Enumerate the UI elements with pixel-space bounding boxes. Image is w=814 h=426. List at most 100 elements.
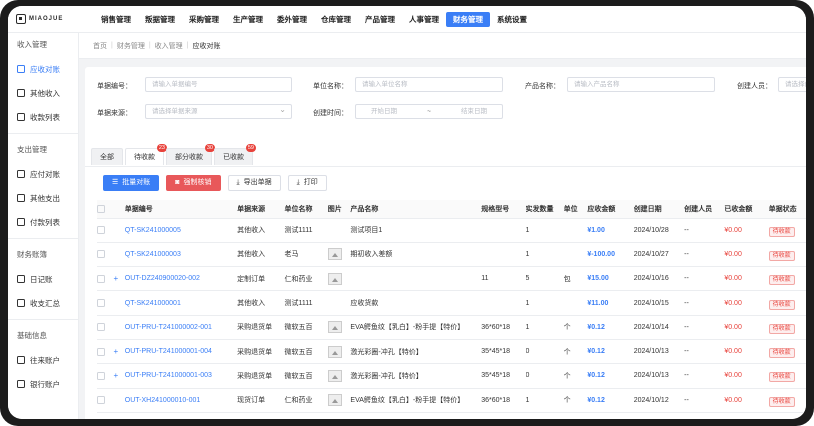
doc-no-link[interactable]: OUT-XH241000010-001: [125, 397, 201, 404]
table-row[interactable]: OUT-PRU-T241000002-001 采购退货单 微软五百 EVA鳄鱼纹【乳白…: [97, 315, 806, 340]
doc-no-link[interactable]: OUT-DZ240900020-002: [125, 275, 200, 282]
table-row[interactable]: + OUT-PRU-T241000001-004 采购退货单 微软五百 激光彩圈-冲孔【…: [97, 339, 806, 365]
product-cell: 测试项目1: [350, 218, 482, 243]
source-select[interactable]: 请选择单据来源: [145, 103, 292, 119]
doc-no-link[interactable]: QT-SK241000001: [125, 300, 181, 307]
breadcrumb-item[interactable]: 财务管理: [117, 41, 145, 51]
source-cell: 其他收入: [237, 218, 285, 243]
nav-item[interactable]: 财务管理: [446, 11, 490, 27]
qty-cell: 0: [525, 339, 564, 365]
status-tab[interactable]: 待收款 23: [125, 144, 167, 165]
expand-cell[interactable]: +: [113, 266, 125, 292]
nav-item[interactable]: 销售管理: [94, 12, 138, 27]
doc-no-cell[interactable]: OUT-DZ240900020-002: [124, 266, 238, 292]
header-select-all[interactable]: [97, 200, 114, 219]
checkbox[interactable]: [97, 299, 105, 308]
sidebar-item[interactable]: 其他支出: [8, 186, 78, 210]
checkbox[interactable]: [97, 347, 105, 356]
doc-no-cell[interactable]: QT-SK241000001: [124, 290, 238, 316]
receivable-table: 单据编号 单据来源 单位名称 图片 产品名称 规格型号 实发数量 单位 应收金额 创建日期 创建人员…: [97, 200, 806, 413]
expand-icon[interactable]: +: [113, 347, 118, 356]
doc-no-link[interactable]: QT-SK241000003: [125, 251, 181, 258]
product-cell: 激光彩圈-冲孔【特价】: [350, 363, 482, 389]
unit-input[interactable]: 请输入单位名称: [355, 77, 503, 92]
checkbox[interactable]: [97, 323, 105, 332]
sidebar-item[interactable]: 日记账: [8, 267, 78, 291]
table-row[interactable]: + OUT-DZ240900020-002 定制订单 仁和药业 11 5 包 ¥15.00 20…: [97, 266, 806, 292]
expand-cell[interactable]: +: [113, 363, 125, 389]
row-select-cell[interactable]: [97, 388, 114, 413]
row-select-cell[interactable]: [97, 363, 114, 389]
source-cell: 采购退货单: [237, 363, 285, 389]
print-button[interactable]: ⤓ 打印: [287, 175, 327, 191]
row-select-cell[interactable]: [97, 242, 114, 268]
column-header: 单据来源: [237, 200, 285, 219]
breadcrumb-item[interactable]: 首页: [93, 41, 107, 51]
creator-select[interactable]: 请选择创建: [778, 77, 806, 92]
nav-item[interactable]: 采购管理: [182, 12, 226, 27]
doc-no-link[interactable]: OUT-PRU-T241000001-003: [125, 372, 212, 379]
checkbox[interactable]: [97, 226, 105, 235]
export-button[interactable]: ⤓ 导出单据: [227, 175, 281, 191]
doc-no-cell[interactable]: OUT-PRU-T241000002-001: [124, 315, 238, 340]
sidebar-item[interactable]: 应收对账: [8, 57, 78, 81]
batch-reconcile-button[interactable]: ☰ 批量对账: [103, 175, 160, 191]
doc-no-cell[interactable]: OUT-PRU-T241000001-003: [124, 363, 238, 389]
row-select-cell[interactable]: [97, 290, 114, 316]
nav-item[interactable]: 委外管理: [270, 12, 314, 27]
expand-icon[interactable]: +: [113, 274, 118, 283]
nav-item[interactable]: 仓库管理: [314, 12, 358, 27]
breadcrumb-item[interactable]: 收入管理: [155, 41, 183, 51]
checkbox[interactable]: [97, 396, 105, 405]
status-tab[interactable]: 全部: [91, 148, 123, 165]
table-row[interactable]: QT-SK241000001 其他收入 测试1111 应收货款 1 ¥11.00 2024/…: [97, 290, 806, 316]
table-row[interactable]: QT-SK241000003 其他收入 老马 期初收入差额 1 ¥-100.00 2024/…: [97, 242, 806, 268]
doc-no-input[interactable]: 请输入单据编号: [145, 77, 292, 92]
amount-cell: ¥11.00: [587, 290, 634, 316]
sidebar-item[interactable]: 收支汇总: [8, 291, 78, 315]
expand-cell[interactable]: +: [113, 339, 125, 365]
checkbox[interactable]: [97, 274, 105, 283]
sidebar-item[interactable]: 其他收入: [8, 81, 78, 105]
nav-item[interactable]: 叛据管理: [138, 12, 182, 27]
product-input[interactable]: 请输入产品名称: [567, 77, 715, 92]
sidebar-item[interactable]: 收款列表: [8, 105, 78, 129]
sidebar-item[interactable]: 付款列表: [8, 210, 78, 234]
doc-no-cell[interactable]: QT-SK241000003: [124, 242, 238, 268]
row-select-cell[interactable]: [97, 339, 114, 365]
nav-item[interactable]: 系统设置: [490, 12, 534, 27]
expand-icon[interactable]: +: [113, 371, 118, 380]
sidebar-item[interactable]: 应付对账: [8, 162, 78, 186]
menu-item-icon: [17, 89, 25, 97]
force-writeoff-button[interactable]: ◙ 强制核销: [166, 175, 221, 191]
doc-no-cell[interactable]: QT-SK241000005: [124, 218, 238, 243]
checkbox[interactable]: [97, 204, 105, 213]
app-logo[interactable]: MIAOJUE: [8, 14, 80, 24]
row-select-cell[interactable]: [97, 266, 114, 292]
doc-no-link[interactable]: OUT-PRU-T241000001-004: [125, 348, 212, 355]
doc-no-cell[interactable]: OUT-XH241000010-001: [124, 388, 238, 413]
checkbox[interactable]: [97, 250, 105, 259]
checkbox[interactable]: [97, 371, 105, 380]
sidebar-item[interactable]: 银行账户: [8, 372, 78, 396]
row-select-cell[interactable]: [97, 218, 114, 243]
status-tab[interactable]: 已收款 59: [214, 144, 256, 165]
doc-no-link[interactable]: QT-SK241000005: [125, 227, 181, 234]
row-select-cell[interactable]: [97, 315, 114, 340]
table-row[interactable]: + OUT-PRU-T241000001-003 采购退货单 微软五百 激光彩圈-冲孔【…: [97, 363, 806, 389]
doc-no-link[interactable]: OUT-PRU-T241000002-001: [125, 324, 212, 331]
checklist-icon: ☰: [112, 179, 119, 186]
sidebar-item[interactable]: 往来账户: [8, 348, 78, 372]
nav-item[interactable]: 人事管理: [402, 12, 446, 27]
image-icon: [327, 321, 342, 334]
date-range-picker[interactable]: 开始日期 ~ 结束日期: [355, 104, 503, 119]
status-badge: 待收款: [768, 250, 795, 261]
status-tab[interactable]: 部分收款 30: [166, 144, 215, 165]
table-row[interactable]: QT-SK241000005 其他收入 测试1111 测试项目1 1 ¥1.00 2024/…: [97, 218, 806, 243]
table-row[interactable]: OUT-XH241000010-001 现货订单 仁和药业 EVA鳄鱼纹【乳白】-粉手…: [97, 388, 806, 413]
nav-item[interactable]: 产品管理: [358, 12, 402, 27]
unit-cell: 测试1111: [284, 290, 328, 316]
nav-item[interactable]: 生产管理: [226, 12, 270, 27]
sidebar: 收入管理 应收对账 其他收入 收款列表 支出管理 应付对账 其他支出 付款列表 财务账簿 日记账收…: [8, 33, 79, 419]
doc-no-cell[interactable]: OUT-PRU-T241000001-004: [124, 339, 238, 365]
